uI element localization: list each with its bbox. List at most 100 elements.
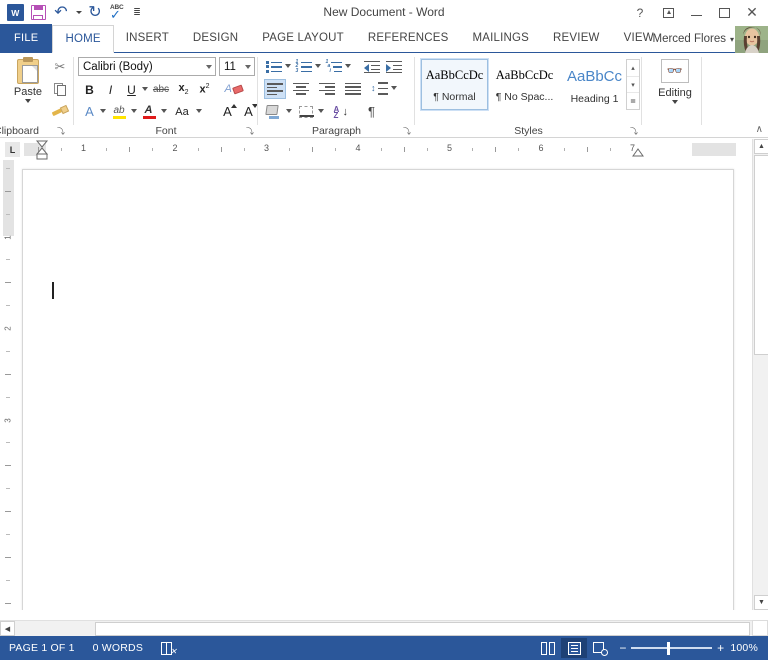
vertical-scroll-thumb[interactable] xyxy=(754,155,768,355)
minimize-button[interactable] xyxy=(682,0,710,25)
chevron-down-icon[interactable] xyxy=(672,100,678,104)
collapse-ribbon-icon[interactable]: ∧ xyxy=(756,124,763,135)
scroll-down-icon[interactable]: ▼ xyxy=(754,595,768,610)
view-read-mode-button[interactable] xyxy=(535,638,561,658)
paragraph-dialog-launcher[interactable]: ⤵ xyxy=(403,127,412,136)
page-indicator[interactable]: PAGE 1 OF 1 xyxy=(0,636,84,660)
paste-button[interactable]: Paste xyxy=(8,57,48,103)
scroll-left-icon[interactable]: ◀ xyxy=(0,621,15,636)
superscript-button[interactable]: x2 xyxy=(195,80,214,99)
tab-page-layout[interactable]: PAGE LAYOUT xyxy=(250,24,356,52)
shrink-font-button[interactable]: A xyxy=(239,102,258,121)
chevron-down-icon[interactable] xyxy=(25,99,31,103)
styles-scroll-up-icon[interactable]: ▴ xyxy=(627,60,639,77)
shading-dropdown-icon[interactable] xyxy=(286,109,292,113)
font-color-button[interactable]: A xyxy=(140,102,159,121)
numbering-dropdown-icon[interactable] xyxy=(315,64,321,68)
bullets-button[interactable] xyxy=(264,57,283,76)
help-icon[interactable]: ? xyxy=(626,0,654,25)
avatar[interactable] xyxy=(735,26,768,54)
customize-quick-access-icon[interactable]: ≣ xyxy=(130,2,144,24)
strikethrough-button[interactable]: abc xyxy=(149,80,173,99)
highlight-dropdown-icon[interactable] xyxy=(131,109,137,113)
style-item-heading-1[interactable]: AaBbCc Heading 1 xyxy=(561,59,628,110)
proofing-status-button[interactable]: ✕ xyxy=(152,636,185,660)
line-spacing-dropdown-icon[interactable] xyxy=(391,86,397,90)
scroll-up-icon[interactable]: ▲ xyxy=(754,139,768,154)
multilevel-list-button[interactable]: 1 a i xyxy=(324,57,343,76)
text-effects-dropdown-icon[interactable] xyxy=(100,109,106,113)
cut-button[interactable]: ✂ xyxy=(50,57,70,77)
redo-icon[interactable]: ↻ xyxy=(84,2,106,24)
font-size-input[interactable]: 11 xyxy=(219,57,255,76)
numbering-button[interactable]: 1 2 3 xyxy=(294,57,313,76)
editing-button[interactable]: 👓 Editing xyxy=(652,59,698,104)
document-page[interactable] xyxy=(22,169,734,610)
clipboard-dialog-launcher[interactable]: ⤵ xyxy=(57,127,66,136)
maximize-button[interactable] xyxy=(710,0,738,25)
format-painter-button[interactable] xyxy=(50,101,70,121)
change-case-button[interactable]: Aa xyxy=(170,102,194,121)
document-area[interactable] xyxy=(16,160,752,610)
zoom-handle[interactable] xyxy=(667,641,671,655)
tab-stop-selector[interactable]: L xyxy=(5,142,20,157)
subscript-button[interactable]: x2 xyxy=(174,80,193,99)
copy-button[interactable] xyxy=(50,79,70,99)
view-print-layout-button[interactable] xyxy=(561,638,588,658)
chevron-down-icon[interactable] xyxy=(206,65,212,69)
tab-references[interactable]: REFERENCES xyxy=(356,24,461,52)
sort-button[interactable]: A Z ↓ xyxy=(332,102,351,121)
vertical-scrollbar[interactable]: ▲ ▼ xyxy=(752,139,768,610)
view-web-layout-button[interactable] xyxy=(587,638,613,658)
zoom-track[interactable] xyxy=(631,647,713,649)
borders-dropdown-icon[interactable] xyxy=(318,109,324,113)
align-center-button[interactable] xyxy=(290,79,312,98)
font-color-dropdown-icon[interactable] xyxy=(161,109,167,113)
account-menu[interactable]: Merced Flores ▾ xyxy=(652,25,734,53)
bold-button[interactable]: B xyxy=(80,80,99,99)
font-name-input[interactable]: Calibri (Body) xyxy=(78,57,216,76)
style-item-no-spacing[interactable]: AaBbCcDc ¶ No Spac... xyxy=(491,59,558,110)
underline-button[interactable]: U xyxy=(122,80,141,99)
styles-more-icon[interactable]: ≣ xyxy=(627,93,639,109)
zoom-out-button[interactable]: − xyxy=(619,642,626,654)
close-button[interactable]: ✕ xyxy=(738,0,766,25)
styles-dialog-launcher[interactable]: ⤵ xyxy=(630,127,639,136)
increase-indent-button[interactable] xyxy=(384,57,403,76)
ruler-track[interactable]: 1234567 xyxy=(24,143,736,156)
save-icon[interactable] xyxy=(27,2,49,24)
style-item-normal[interactable]: AaBbCcDc ¶ Normal xyxy=(420,58,489,111)
tab-file[interactable]: FILE xyxy=(0,24,53,52)
clear-formatting-button[interactable]: A xyxy=(224,80,244,99)
tab-home[interactable]: HOME xyxy=(52,25,114,53)
grow-font-button[interactable]: A xyxy=(218,102,237,121)
tab-review[interactable]: REVIEW xyxy=(541,24,612,52)
multilevel-dropdown-icon[interactable] xyxy=(345,64,351,68)
undo-icon[interactable]: ↶ xyxy=(50,2,72,24)
change-case-dropdown-icon[interactable] xyxy=(196,109,202,113)
undo-dropdown-icon[interactable] xyxy=(73,2,83,24)
vertical-ruler[interactable]: 1 2 3 xyxy=(0,160,16,610)
borders-button[interactable] xyxy=(296,102,315,121)
justify-button[interactable] xyxy=(342,79,364,98)
zoom-in-button[interactable]: + xyxy=(717,642,724,654)
horizontal-scroll-thumb[interactable] xyxy=(95,622,750,636)
horizontal-scrollbar[interactable]: ◀ xyxy=(0,620,752,636)
show-formatting-marks-button[interactable]: ¶ xyxy=(362,102,381,121)
spelling-grammar-icon[interactable]: ABC ✓ xyxy=(107,2,129,24)
tab-insert[interactable]: INSERT xyxy=(114,24,181,52)
tab-design[interactable]: DESIGN xyxy=(181,24,250,52)
zoom-slider[interactable]: − + xyxy=(619,636,724,660)
word-count[interactable]: 0 WORDS xyxy=(84,636,152,660)
shading-button[interactable] xyxy=(264,102,283,121)
bullets-dropdown-icon[interactable] xyxy=(285,64,291,68)
text-effects-button[interactable]: A xyxy=(80,102,99,121)
decrease-indent-button[interactable] xyxy=(362,57,381,76)
chevron-down-icon[interactable] xyxy=(245,65,251,69)
align-left-button[interactable] xyxy=(264,79,286,99)
italic-button[interactable]: I xyxy=(101,80,120,99)
zoom-level[interactable]: 100% xyxy=(730,642,762,654)
horizontal-ruler[interactable]: L 1234567 xyxy=(0,139,752,160)
font-dialog-launcher[interactable]: ⤵ xyxy=(246,127,255,136)
ribbon-display-options-icon[interactable] xyxy=(654,0,682,25)
